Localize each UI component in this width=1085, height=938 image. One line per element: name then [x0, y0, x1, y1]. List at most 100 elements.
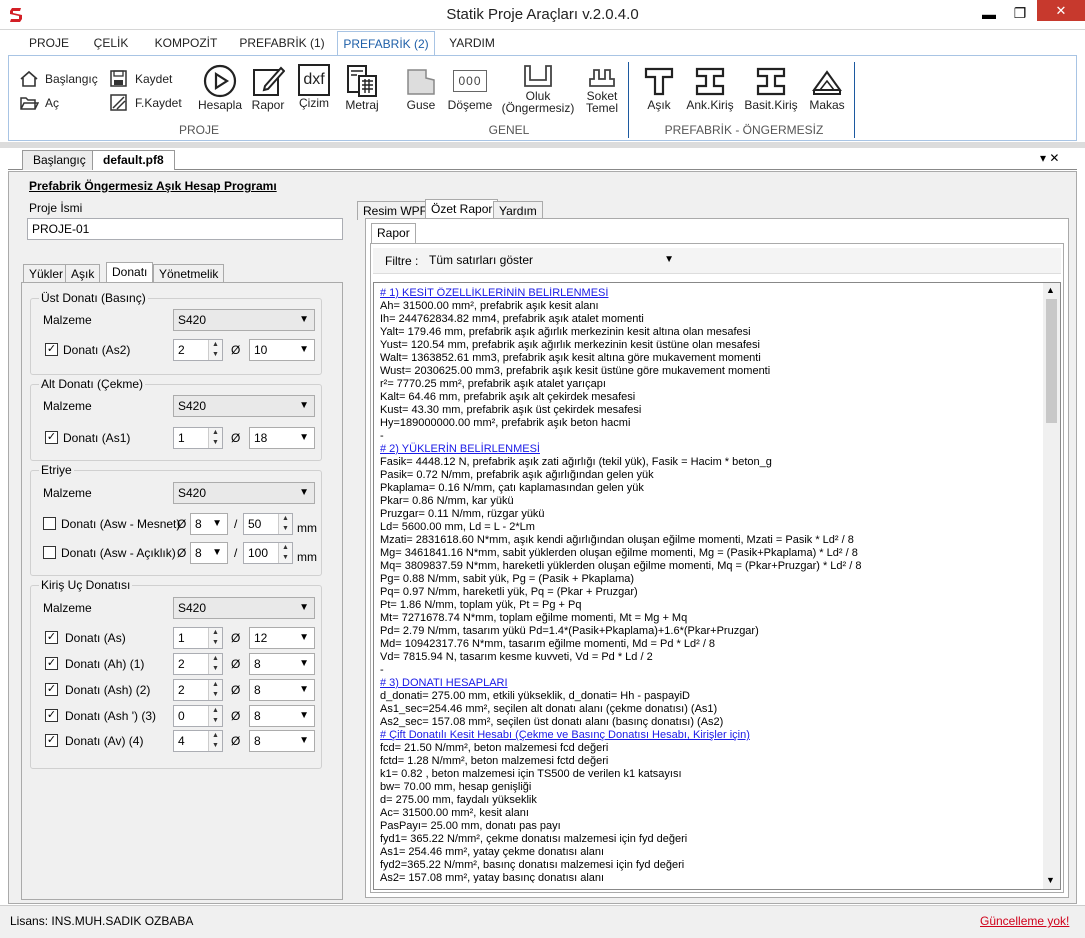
close-button[interactable]: ✕ [1037, 0, 1085, 21]
alt-dia-select[interactable]: 18 ▼ [249, 427, 315, 449]
mesnet-checkbox[interactable] [43, 517, 56, 530]
group-separator [628, 62, 629, 138]
minimize-button[interactable]: ▬ [979, 6, 999, 22]
kiris-row-count[interactable]: 4 ▲ ▼ [173, 730, 223, 752]
kaydet-button[interactable]: Kaydet [109, 70, 172, 88]
etriye-malzeme-select[interactable]: S420 ▼ [173, 482, 315, 504]
baslangic-button[interactable]: Başlangıç [19, 70, 98, 88]
menu-yardim[interactable]: YARDIM [444, 31, 500, 56]
doctab-controls[interactable]: ▾ ✕ [1040, 151, 1059, 165]
kiris-malzeme-select[interactable]: S420 ▼ [173, 597, 315, 619]
kiris-row-count[interactable]: 2 ▲ ▼ [173, 653, 223, 675]
scroll-down-icon[interactable]: ▼ [1046, 875, 1055, 885]
kiris-row-dia[interactable]: 8 ▼ [249, 679, 315, 701]
aciklik-spacing-stepper[interactable]: 100 ▲ ▼ [243, 542, 293, 564]
tab-yonetmelik[interactable]: Yönetmelik [153, 264, 225, 283]
menu-proje[interactable]: PROJE [22, 31, 76, 56]
scroll-up-icon[interactable]: ▲ [1046, 285, 1055, 295]
cizim-button[interactable]: dxf Çizim [293, 64, 335, 110]
kiris-row-dia[interactable]: 8 ▼ [249, 653, 315, 675]
tab-donati[interactable]: Donatı [106, 262, 154, 283]
guse-button[interactable]: Guse [401, 64, 441, 112]
tab-yukler[interactable]: Yükler [23, 264, 70, 283]
doctab-baslangic[interactable]: Başlangıç [22, 150, 97, 170]
tab-ozet-rapor[interactable]: Özet Rapor [425, 199, 499, 220]
report-line: Ld= 5600.00 mm, Ld = L - 2*Lm [380, 521, 535, 533]
report-line: k1= 0.82 , beton malzemesi için TS500 de… [380, 768, 682, 780]
rapor-button[interactable]: Rapor [247, 64, 289, 112]
mesnet-spacing-stepper[interactable]: 50 ▲ ▼ [243, 513, 293, 535]
aciklik-dia-select[interactable]: 8 ▼ [190, 542, 228, 564]
makas-label: Makas [809, 98, 845, 112]
kiris-malzeme-value: S420 [178, 601, 207, 615]
spin-arrows-icon[interactable]: ▲ ▼ [208, 706, 222, 726]
ac-button[interactable]: Aç [19, 94, 59, 112]
kiris-row-dia[interactable]: 8 ▼ [249, 705, 315, 727]
kiris-row-dia[interactable]: 12 ▼ [249, 627, 315, 649]
basit-kiris-button[interactable]: Basit.Kiriş [743, 64, 799, 112]
report-scrollbar[interactable]: ▲ ▼ [1043, 283, 1060, 889]
maximize-button[interactable]: ❐ [1010, 5, 1030, 21]
aciklik-checkbox[interactable] [43, 546, 56, 559]
menu-prefabrik-1[interactable]: PREFABRİK (1) [234, 31, 330, 56]
kiris-uc-title: Kiriş Uç Donatısı [39, 578, 133, 592]
spin-arrows-icon[interactable]: ▲ ▼ [208, 731, 222, 751]
chevron-down-icon: ▼ [299, 432, 309, 443]
scroll-thumb[interactable] [1046, 299, 1057, 423]
fkaydet-button[interactable]: F.Kaydet [109, 94, 182, 112]
proje-ismi-label: Proje İsmi [29, 201, 83, 215]
oluk-button[interactable]: Oluk (Öngermesiz) [501, 64, 575, 114]
tab-rapor[interactable]: Rapor [371, 223, 416, 244]
proje-ismi-input[interactable]: PROJE-01 [27, 218, 343, 240]
metraj-button[interactable]: Metraj [339, 64, 385, 112]
spin-arrows-icon[interactable]: ▲ ▼ [278, 514, 292, 534]
kiris-row-checkbox[interactable]: ✓ [45, 683, 58, 696]
spin-arrows-icon[interactable]: ▲ ▼ [208, 680, 222, 700]
report-line: Walt= 1363852.61 mm3, prefabrik aşık kes… [380, 352, 761, 364]
kiris-row-dia[interactable]: 8 ▼ [249, 730, 315, 752]
kiris-row-checkbox[interactable]: ✓ [45, 657, 58, 670]
ust-dia-select[interactable]: 10 ▼ [249, 339, 315, 361]
spin-arrows-icon[interactable]: ▲ ▼ [208, 654, 222, 674]
spin-arrows-icon[interactable]: ▲ ▼ [208, 628, 222, 648]
save-icon [110, 70, 127, 87]
ust-malzeme-select[interactable]: S420 ▼ [173, 309, 315, 331]
report-textbox[interactable]: # 1) KESİT ÖZELLİKLERİNİN BELİRLENMESİ Ah… [373, 282, 1061, 890]
report-line: Pruzgar= 0.11 N/mm, rüzgar yükü [380, 508, 545, 520]
doseme-button[interactable]: 000 Döşeme [445, 64, 495, 112]
slash: / [234, 517, 238, 531]
makas-button[interactable]: Makas [805, 64, 849, 112]
update-link[interactable]: Güncelleme yok! [980, 914, 1069, 928]
menu-celik[interactable]: ÇELİK [88, 31, 134, 56]
slab-icon: 000 [453, 70, 487, 92]
chevron-down-icon: ▼ [299, 632, 309, 643]
tab-asik[interactable]: Aşık [65, 264, 101, 283]
spin-arrows-icon[interactable]: ▲ ▼ [208, 428, 222, 448]
soket-button[interactable]: Soket Temel [579, 64, 625, 114]
kiris-row-count[interactable]: 2 ▲ ▼ [173, 679, 223, 701]
filter-select[interactable]: Tüm satırları göster ▼ [425, 250, 679, 272]
spin-arrows-icon[interactable]: ▲ ▼ [278, 543, 292, 563]
alt-malzeme-select[interactable]: S420 ▼ [173, 395, 315, 417]
menu-kompozit[interactable]: KOMPOZİT [148, 31, 224, 56]
ust-count-stepper[interactable]: 2 ▲ ▼ [173, 339, 223, 361]
kiris-row-count[interactable]: 1 ▲ ▼ [173, 627, 223, 649]
ust-donati-checkbox[interactable]: ✓ [45, 343, 58, 356]
malzeme-label: Malzeme [43, 486, 92, 500]
kiris-row-checkbox[interactable]: ✓ [45, 734, 58, 747]
asik-button[interactable]: Aşık [639, 64, 679, 112]
kiris-row-checkbox[interactable]: ✓ [45, 631, 58, 644]
alt-donati-checkbox[interactable]: ✓ [45, 431, 58, 444]
doctab-default[interactable]: default.pf8 [92, 150, 175, 170]
mesnet-dia-select[interactable]: 8 ▼ [190, 513, 228, 535]
group-separator [854, 62, 855, 138]
hesapla-button[interactable]: Hesapla [195, 64, 245, 112]
kiris-row-count[interactable]: 0 ▲ ▼ [173, 705, 223, 727]
spin-arrows-icon[interactable]: ▲ ▼ [208, 340, 222, 360]
alt-count-stepper[interactable]: 1 ▲ ▼ [173, 427, 223, 449]
report-line: As2_sec= 157.08 mm², seçilen üst donatı … [380, 716, 724, 728]
menu-prefabrik-2[interactable]: PREFABRİK (2) [337, 31, 435, 56]
ust-donati-title: Üst Donatı (Basınç) [39, 291, 148, 305]
kiris-row-checkbox[interactable]: ✓ [45, 709, 58, 722]
ank-kiris-button[interactable]: Ank.Kiriş [685, 64, 735, 112]
